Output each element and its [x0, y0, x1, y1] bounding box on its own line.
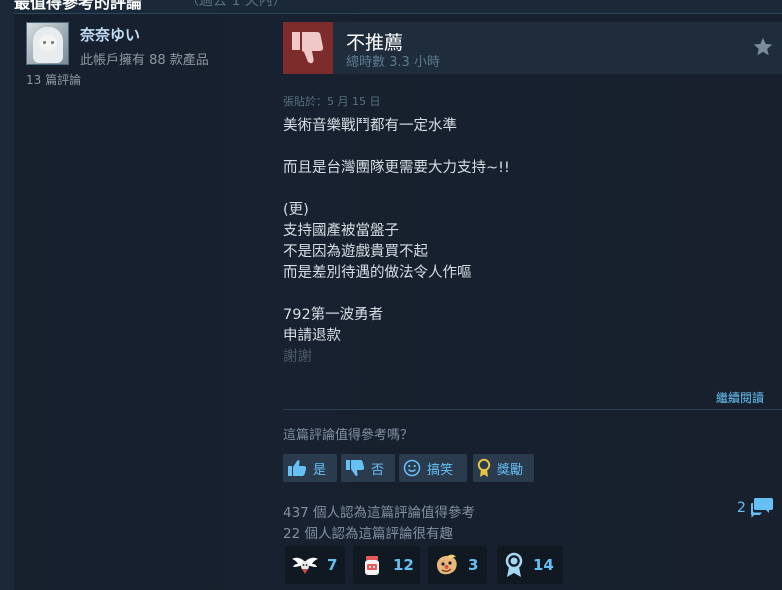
posted-date: 張貼於：5 月 15 日 [283, 95, 381, 108]
medal-award-icon [505, 552, 523, 577]
avatar[interactable] [26, 22, 69, 65]
smiley-icon [403, 459, 421, 477]
products-owned[interactable]: 此帳戶擁有 88 款產品 [80, 49, 209, 68]
username[interactable]: 奈奈ゆい [80, 24, 140, 45]
award-count: 3 [468, 556, 479, 574]
review-count[interactable]: 13 篇評論 [26, 71, 81, 88]
review-line: 申請退款 [283, 328, 341, 344]
award-medal[interactable]: 14 [497, 546, 563, 584]
wings-award-icon [292, 557, 318, 574]
comment-count: 2 [737, 500, 746, 516]
award-jar[interactable]: 12 [353, 546, 420, 584]
vote-yes-button[interactable]: 是 [283, 454, 337, 482]
vote-no-button[interactable]: 否 [341, 454, 395, 482]
jar-award-icon [365, 556, 379, 575]
award-count: 7 [327, 556, 338, 574]
award-clown[interactable]: 3 [428, 546, 487, 584]
vote-yes-label: 是 [313, 462, 327, 478]
vote-funny-button[interactable]: 搞笑 [399, 454, 467, 482]
review-body: 美術音樂戰鬥都有一定水準 而且是台灣團隊更需要大力支持~!! (更) 支持國產被… [283, 116, 743, 368]
read-more-link[interactable]: 繼續閱讀 [716, 389, 764, 406]
vote-no-label: 否 [371, 462, 385, 478]
award-icon [477, 458, 491, 477]
speech-bubble-icon [750, 498, 773, 518]
thumbs-up-icon [288, 460, 307, 476]
vote-funny-label: 搞笑 [427, 462, 454, 478]
review-line: 美術音樂戰鬥都有一定水準 [283, 118, 457, 134]
review-line: 而是差別待遇的做法令人作嘔 [283, 265, 472, 281]
thumbs-down-icon [283, 22, 333, 74]
award-label: 獎勵 [497, 462, 524, 478]
award-count: 12 [393, 556, 414, 574]
helpful-question: 這篇評論值得參考嗎？ [283, 428, 414, 443]
award-wings[interactable]: 7 [285, 546, 345, 584]
funny-count: 22 個人認為這篇評論很有趣 [283, 526, 453, 542]
clown-award-icon [437, 554, 457, 575]
section-header: 最值得參考的評論 （過去 1 天內） [0, 0, 782, 14]
helpful-count: 437 個人認為這篇評論值得參考 [283, 505, 476, 521]
review-line: 不是因為遊戲貴買不起 [283, 244, 428, 260]
section-title: 最值得參考的評論 [14, 0, 143, 12]
comments-link[interactable]: 2 [737, 497, 774, 519]
review-line: 謝謝 [283, 349, 312, 365]
award-count: 14 [533, 556, 554, 574]
star-icon[interactable] [752, 36, 774, 58]
hours-played: 總時數 3.3 小時 [346, 55, 440, 70]
award-button[interactable]: 獎勵 [473, 454, 534, 482]
review-line: 支持國產被當盤子 [283, 223, 399, 239]
thumbs-down-icon [346, 460, 365, 476]
section-subtitle: （過去 1 天內） [185, 0, 287, 9]
review-line: (更) [283, 202, 309, 218]
review-line: 而且是台灣團隊更需要大力支持~!! [283, 160, 510, 176]
review-line: 792第一波勇者 [283, 307, 384, 323]
feedback-divider [283, 409, 782, 410]
review-header: 不推薦 總時數 3.3 小時 [283, 22, 782, 74]
